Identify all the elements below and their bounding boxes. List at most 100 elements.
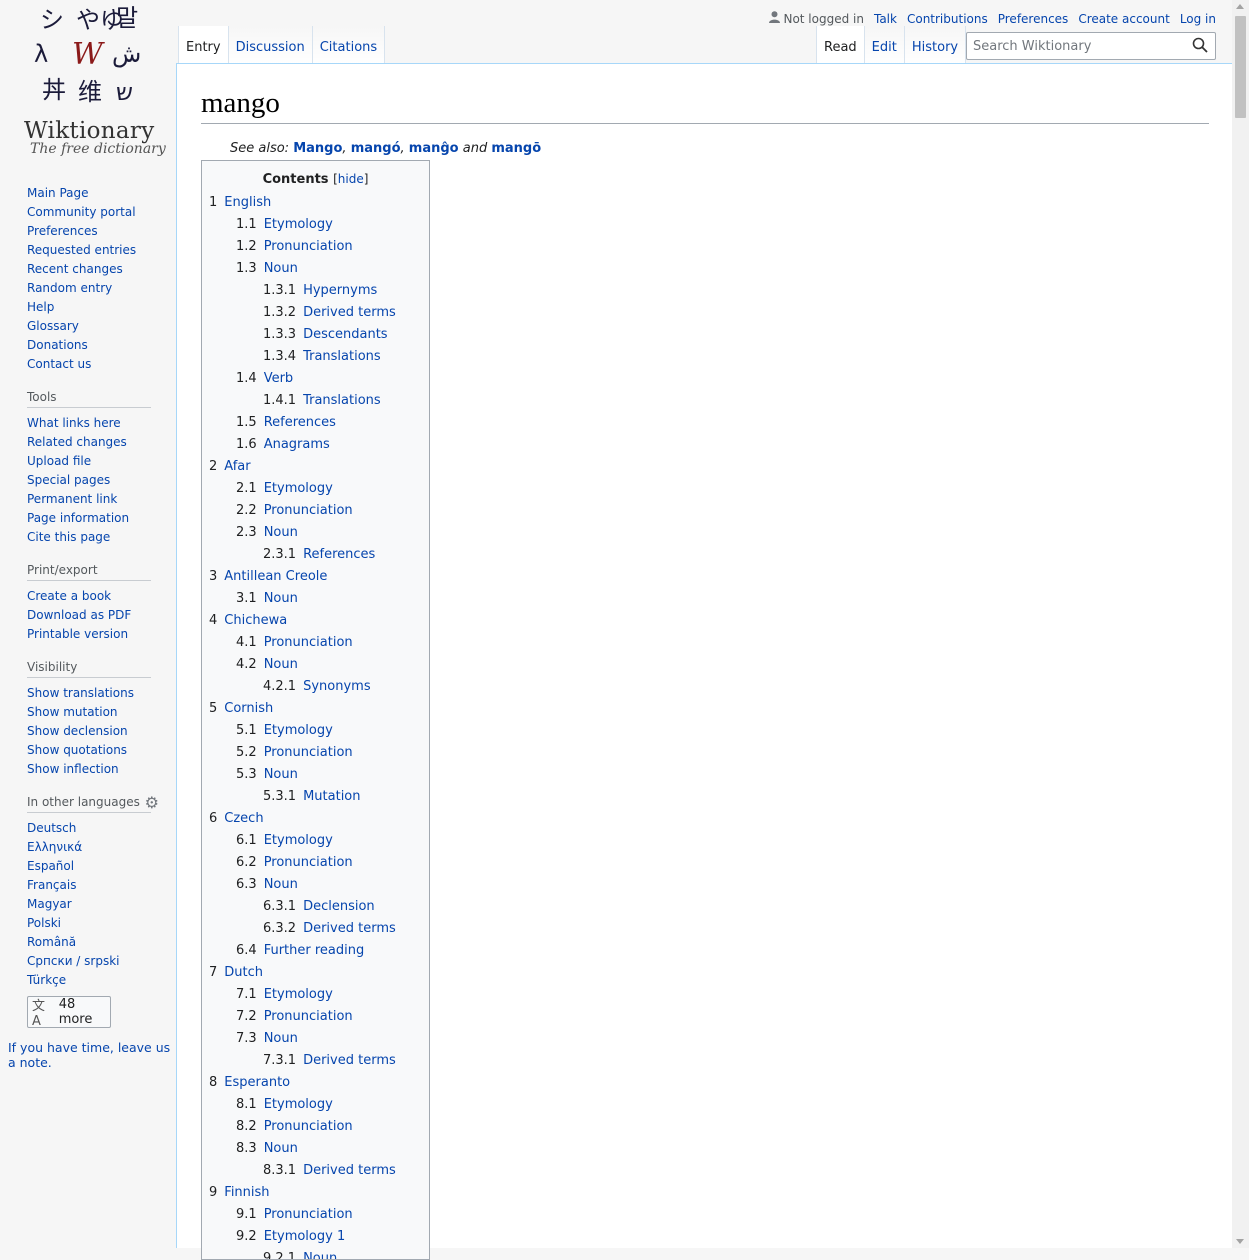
- print-link-download-as-pdf[interactable]: Download as PDF: [27, 608, 131, 622]
- toc-link[interactable]: Descendants: [303, 327, 388, 342]
- toc-entry[interactable]: 1.6 Anagrams: [202, 434, 429, 456]
- search-icon[interactable]: [1192, 37, 1208, 53]
- toc-link[interactable]: Pronunciation: [264, 239, 353, 254]
- toc-link[interactable]: Derived terms: [303, 1163, 396, 1178]
- language-link-polski[interactable]: Polski: [27, 916, 61, 930]
- toc-link[interactable]: Noun: [264, 1031, 298, 1046]
- toc-link[interactable]: Pronunciation: [264, 1207, 353, 1222]
- toc-entry[interactable]: 1.3.3 Descendants: [202, 324, 429, 346]
- toc-link[interactable]: Noun: [264, 261, 298, 276]
- sidebar-link-preferences[interactable]: Preferences: [27, 224, 98, 238]
- toc-entry[interactable]: 7.3 Noun: [202, 1028, 429, 1050]
- tab-read[interactable]: Read: [816, 26, 865, 64]
- toc-link[interactable]: Etymology 1: [264, 1229, 346, 1244]
- toc-entry[interactable]: 4.2 Noun: [202, 654, 429, 676]
- toc-entry[interactable]: 8.3 Noun: [202, 1138, 429, 1160]
- toc-entry[interactable]: 1.3.4 Translations: [202, 346, 429, 368]
- contributions-link[interactable]: Contributions: [907, 12, 988, 26]
- visibility-link-show-quotations[interactable]: Show quotations: [27, 743, 127, 757]
- toc-link[interactable]: Chichewa: [224, 613, 287, 628]
- toc-toggle[interactable]: [hide]: [333, 172, 368, 186]
- toc-entry[interactable]: 9 Finnish: [202, 1182, 429, 1204]
- language-link-magyar[interactable]: Magyar: [27, 897, 72, 911]
- print-link-create-a-book[interactable]: Create a book: [27, 589, 111, 603]
- see-also-link[interactable]: mangō: [491, 141, 541, 156]
- toc-entry[interactable]: 7.1 Etymology: [202, 984, 429, 1006]
- gear-icon[interactable]: ⚙: [145, 793, 159, 812]
- print-link-printable-version[interactable]: Printable version: [27, 627, 128, 641]
- toc-link[interactable]: Further reading: [264, 943, 365, 958]
- toc-link[interactable]: Hypernyms: [303, 283, 377, 298]
- see-also-link[interactable]: manĝo: [409, 141, 459, 156]
- toc-entry[interactable]: 8 Esperanto: [202, 1072, 429, 1094]
- language-link-espa-ol[interactable]: Español: [27, 859, 74, 873]
- toc-link[interactable]: Derived terms: [303, 1053, 396, 1068]
- scroll-down-arrow[interactable]: [1236, 1239, 1244, 1244]
- tools-link-page-information[interactable]: Page information: [27, 511, 129, 525]
- login-link[interactable]: Log in: [1180, 12, 1216, 26]
- toc-link[interactable]: Etymology: [264, 481, 333, 496]
- toc-link[interactable]: Noun: [303, 1251, 337, 1259]
- tools-link-special-pages[interactable]: Special pages: [27, 473, 110, 487]
- toc-entry[interactable]: 4.2.1 Synonyms: [202, 676, 429, 698]
- toc-entry[interactable]: 5.1 Etymology: [202, 720, 429, 742]
- toc-link[interactable]: Czech: [224, 811, 263, 826]
- toc-link[interactable]: Etymology: [264, 833, 333, 848]
- visibility-link-show-mutation[interactable]: Show mutation: [27, 705, 118, 719]
- visibility-link-show-inflection[interactable]: Show inflection: [27, 762, 119, 776]
- toc-entry[interactable]: 7.3.1 Derived terms: [202, 1050, 429, 1072]
- tab-discussion[interactable]: Discussion: [228, 26, 313, 64]
- toc-entry[interactable]: 2.1 Etymology: [202, 478, 429, 500]
- toc-link[interactable]: Antillean Creole: [224, 569, 327, 584]
- toc-entry[interactable]: 2 Afar: [202, 456, 429, 478]
- language-link-rom-n[interactable]: Română: [27, 935, 76, 949]
- toc-link[interactable]: Finnish: [224, 1185, 269, 1200]
- tab-citations[interactable]: Citations: [312, 26, 386, 64]
- tools-link-permanent-link[interactable]: Permanent link: [27, 492, 117, 506]
- toc-link[interactable]: Translations: [303, 349, 381, 364]
- language-link-fran-ais[interactable]: Français: [27, 878, 76, 892]
- toc-entry[interactable]: 8.2 Pronunciation: [202, 1116, 429, 1138]
- sidebar-link-random-entry[interactable]: Random entry: [27, 281, 112, 295]
- toc-link[interactable]: Dutch: [224, 965, 263, 980]
- tab-edit[interactable]: Edit: [864, 26, 905, 64]
- toc-link[interactable]: Derived terms: [303, 921, 396, 936]
- tools-link-upload-file[interactable]: Upload file: [27, 454, 91, 468]
- toc-link[interactable]: Etymology: [264, 1097, 333, 1112]
- toc-link[interactable]: Pronunciation: [264, 503, 353, 518]
- toc-link[interactable]: Anagrams: [264, 437, 330, 452]
- toc-entry[interactable]: 6.1 Etymology: [202, 830, 429, 852]
- toc-entry[interactable]: 5 Cornish: [202, 698, 429, 720]
- toc-entry[interactable]: 6.4 Further reading: [202, 940, 429, 962]
- toc-link[interactable]: Noun: [264, 525, 298, 540]
- scrollbar[interactable]: [1232, 0, 1249, 1248]
- toc-link[interactable]: Pronunciation: [264, 855, 353, 870]
- preferences-link[interactable]: Preferences: [998, 12, 1069, 26]
- toc-entry[interactable]: 6 Czech: [202, 808, 429, 830]
- toc-entry[interactable]: 9.2 Etymology 1: [202, 1226, 429, 1248]
- toc-link[interactable]: Cornish: [224, 701, 273, 716]
- toc-entry[interactable]: 2.3 Noun: [202, 522, 429, 544]
- toc-entry[interactable]: 6.3 Noun: [202, 874, 429, 896]
- toc-link[interactable]: Etymology: [264, 723, 333, 738]
- see-also-link[interactable]: Mango: [293, 141, 342, 156]
- toc-entry[interactable]: 8.3.1 Derived terms: [202, 1160, 429, 1182]
- toc-entry[interactable]: 2.2 Pronunciation: [202, 500, 429, 522]
- toc-link[interactable]: Esperanto: [224, 1075, 290, 1090]
- toc-link[interactable]: Afar: [224, 459, 250, 474]
- toc-link[interactable]: References: [264, 415, 336, 430]
- scroll-up-arrow[interactable]: [1236, 4, 1244, 9]
- toc-entry[interactable]: 2.3.1 References: [202, 544, 429, 566]
- toc-link[interactable]: Pronunciation: [264, 745, 353, 760]
- toc-entry[interactable]: 6.3.1 Declension: [202, 896, 429, 918]
- create-account-link[interactable]: Create account: [1078, 12, 1170, 26]
- toc-entry[interactable]: 3 Antillean Creole: [202, 566, 429, 588]
- toc-entry[interactable]: 5.2 Pronunciation: [202, 742, 429, 764]
- tab-entry[interactable]: Entry: [178, 26, 229, 64]
- toc-entry[interactable]: 7.2 Pronunciation: [202, 1006, 429, 1028]
- toc-entry[interactable]: 1.4.1 Translations: [202, 390, 429, 412]
- visibility-link-show-translations[interactable]: Show translations: [27, 686, 134, 700]
- visibility-link-show-declension[interactable]: Show declension: [27, 724, 128, 738]
- toc-entry[interactable]: 1.5 References: [202, 412, 429, 434]
- toc-entry[interactable]: 1.3 Noun: [202, 258, 429, 280]
